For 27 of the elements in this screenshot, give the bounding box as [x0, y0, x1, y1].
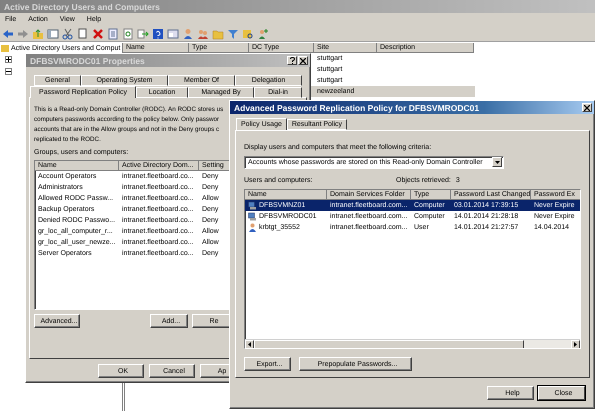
console-tree-icon[interactable] — [47, 28, 59, 40]
collapse-icon[interactable] — [5, 68, 12, 75]
delete-icon[interactable] — [92, 28, 104, 40]
dialog-title: DFBSVMRODC01 Properties — [30, 56, 145, 66]
dropdown-arrow-icon — [494, 160, 500, 164]
user-icon[interactable] — [182, 28, 194, 40]
computer-icon — [248, 212, 257, 221]
scroll-right-icon[interactable] — [574, 342, 577, 347]
scroll-left-icon[interactable] — [248, 342, 251, 347]
dialog-title: Advanced Password Replication Policy for DFBSVMRODC01 — [234, 102, 480, 112]
close-button[interactable] — [298, 56, 308, 65]
close-button[interactable] — [582, 103, 592, 112]
help-button[interactable] — [287, 56, 297, 65]
export-icon[interactable] — [137, 28, 149, 40]
group-add-icon[interactable] — [257, 28, 269, 40]
console-icon[interactable] — [167, 28, 179, 40]
help-icon[interactable] — [152, 28, 164, 40]
computer-icon — [248, 200, 257, 210]
scissors-icon[interactable] — [62, 28, 74, 40]
window-title: Active Directory Users and Computers — [4, 2, 160, 12]
expand-icon[interactable] — [5, 56, 12, 63]
back-arrow-icon[interactable] — [2, 28, 14, 40]
group-icon[interactable] — [197, 28, 209, 40]
folder-up-icon[interactable] — [32, 28, 44, 40]
horizontal-scrollbar[interactable] — [245, 339, 580, 348]
user-icon — [248, 222, 257, 232]
properties-icon[interactable] — [107, 28, 119, 40]
